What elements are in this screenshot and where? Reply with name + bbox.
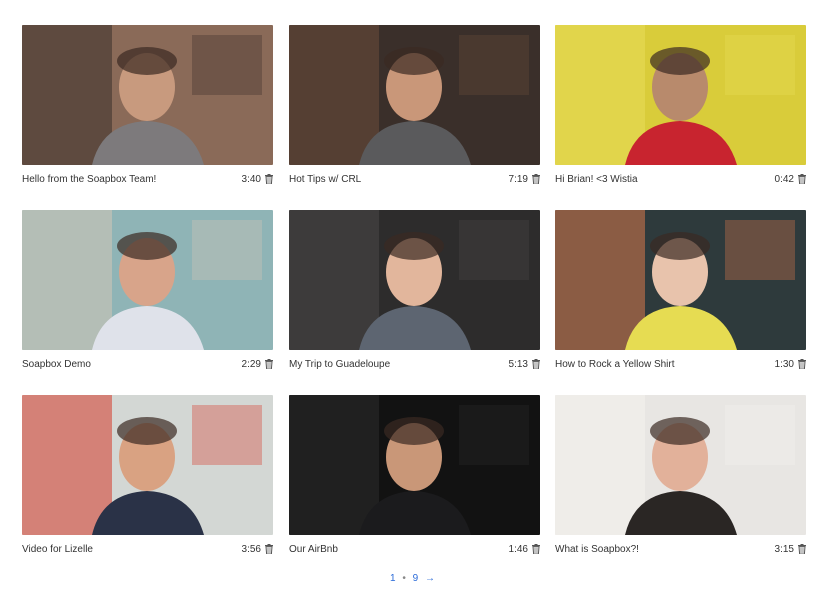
video-thumbnail[interactable] [22, 25, 273, 165]
trash-icon[interactable] [265, 359, 273, 369]
video-meta: My Trip to Guadeloupe 5:13 [289, 354, 540, 374]
trash-icon[interactable] [265, 544, 273, 554]
video-meta-right: 5:13 [509, 359, 540, 370]
video-thumbnail[interactable] [22, 210, 273, 350]
video-duration: 3:15 [774, 543, 794, 555]
video-title[interactable]: Hi Brian! <3 Wistia [555, 174, 638, 185]
video-thumbnail[interactable] [22, 395, 273, 535]
trash-icon[interactable] [798, 359, 806, 369]
next-page-arrow[interactable]: → [425, 573, 435, 584]
video-meta-right: 7:19 [509, 174, 540, 185]
video-card[interactable]: Our AirBnb 1:46 [289, 395, 540, 559]
video-title[interactable]: Video for Lizelle [22, 544, 93, 555]
trash-icon[interactable] [532, 174, 540, 184]
video-duration: 1:46 [508, 543, 528, 555]
video-thumbnail[interactable] [289, 25, 540, 165]
video-meta: What is Soapbox?! 3:15 [555, 539, 806, 559]
video-card[interactable]: Hello from the Soapbox Team! 3:40 [22, 25, 273, 189]
video-meta: Hot Tips w/ CRL 7:19 [289, 169, 540, 189]
video-card[interactable]: Soapbox Demo 2:29 [22, 210, 273, 374]
video-duration: 7:19 [508, 173, 528, 185]
trash-icon[interactable] [798, 174, 806, 184]
video-thumbnail[interactable] [555, 210, 806, 350]
video-meta-right: 3:56 [242, 544, 273, 555]
video-meta-right: 0:42 [775, 174, 806, 185]
trash-icon[interactable] [265, 174, 273, 184]
video-card[interactable]: Hot Tips w/ CRL 7:19 [289, 25, 540, 189]
video-meta: How to Rock a Yellow Shirt 1:30 [555, 354, 806, 374]
video-duration: 0:42 [774, 173, 794, 185]
video-title[interactable]: Soapbox Demo [22, 359, 91, 370]
trash-icon[interactable] [532, 359, 540, 369]
video-title[interactable]: My Trip to Guadeloupe [289, 359, 390, 370]
video-thumbnail[interactable] [289, 395, 540, 535]
video-title[interactable]: Hello from the Soapbox Team! [22, 174, 156, 185]
video-thumbnail[interactable] [289, 210, 540, 350]
video-meta-right: 1:30 [775, 359, 806, 370]
trash-icon[interactable] [798, 544, 806, 554]
video-title[interactable]: Hot Tips w/ CRL [289, 174, 361, 185]
page-current[interactable]: 1 [390, 573, 396, 584]
video-meta: Video for Lizelle 3:56 [22, 539, 273, 559]
video-meta-right: 3:15 [775, 544, 806, 555]
video-meta: Our AirBnb 1:46 [289, 539, 540, 559]
pagination: 1 • 9 → [0, 573, 825, 584]
video-card[interactable]: How to Rock a Yellow Shirt 1:30 [555, 210, 806, 374]
video-thumbnail[interactable] [555, 25, 806, 165]
video-duration: 1:30 [774, 358, 794, 370]
video-title[interactable]: What is Soapbox?! [555, 544, 639, 555]
video-duration: 5:13 [508, 358, 528, 370]
video-card[interactable]: What is Soapbox?! 3:15 [555, 395, 806, 559]
page-separator: • [402, 573, 406, 584]
video-meta-right: 3:40 [242, 174, 273, 185]
video-title[interactable]: How to Rock a Yellow Shirt [555, 359, 675, 370]
video-meta-right: 1:46 [509, 544, 540, 555]
video-thumbnail[interactable] [555, 395, 806, 535]
video-card[interactable]: My Trip to Guadeloupe 5:13 [289, 210, 540, 374]
page-total[interactable]: 9 [413, 573, 419, 584]
video-duration: 3:56 [241, 543, 261, 555]
video-meta: Hello from the Soapbox Team! 3:40 [22, 169, 273, 189]
trash-icon[interactable] [532, 544, 540, 554]
video-card[interactable]: Hi Brian! <3 Wistia 0:42 [555, 25, 806, 189]
video-meta-right: 2:29 [242, 359, 273, 370]
video-card[interactable]: Video for Lizelle 3:56 [22, 395, 273, 559]
video-meta: Soapbox Demo 2:29 [22, 354, 273, 374]
video-duration: 3:40 [241, 173, 261, 185]
video-title[interactable]: Our AirBnb [289, 544, 338, 555]
video-duration: 2:29 [241, 358, 261, 370]
video-meta: Hi Brian! <3 Wistia 0:42 [555, 169, 806, 189]
